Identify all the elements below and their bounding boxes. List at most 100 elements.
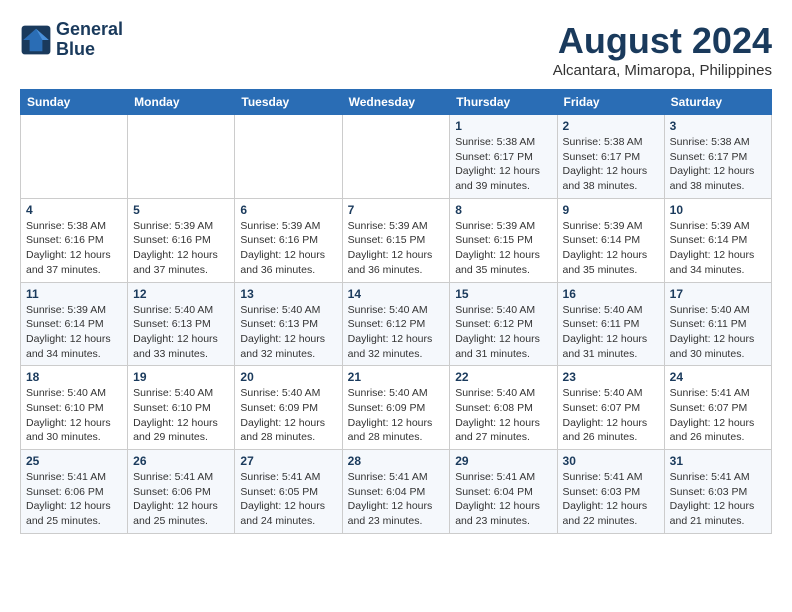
- day-info: Sunrise: 5:41 AM Sunset: 6:04 PM Dayligh…: [348, 470, 445, 529]
- day-info: Sunrise: 5:40 AM Sunset: 6:13 PM Dayligh…: [133, 303, 229, 362]
- calendar-cell: [21, 115, 128, 199]
- day-number: 31: [670, 454, 766, 468]
- day-info: Sunrise: 5:41 AM Sunset: 6:05 PM Dayligh…: [240, 470, 336, 529]
- day-info: Sunrise: 5:40 AM Sunset: 6:11 PM Dayligh…: [670, 303, 766, 362]
- logo-text: General Blue: [56, 20, 123, 60]
- calendar-cell: 26 Sunrise: 5:41 AM Sunset: 6:06 PM Dayli…: [128, 450, 235, 534]
- calendar-cell: 14 Sunrise: 5:40 AM Sunset: 6:12 PM Dayli…: [342, 282, 450, 366]
- week-row-4: 18 Sunrise: 5:40 AM Sunset: 6:10 PM Dayli…: [21, 366, 772, 450]
- day-info: Sunrise: 5:41 AM Sunset: 6:04 PM Dayligh…: [455, 470, 551, 529]
- week-row-1: 1 Sunrise: 5:38 AM Sunset: 6:17 PM Daylig…: [21, 115, 772, 199]
- calendar-cell: 13 Sunrise: 5:40 AM Sunset: 6:13 PM Dayli…: [235, 282, 342, 366]
- calendar-title: August 2024: [553, 20, 772, 62]
- weekday-header-sunday: Sunday: [21, 90, 128, 115]
- logo-icon: [20, 24, 52, 56]
- calendar-subtitle: Alcantara, Mimaropa, Philippines: [553, 62, 772, 79]
- calendar-cell: 1 Sunrise: 5:38 AM Sunset: 6:17 PM Daylig…: [450, 115, 557, 199]
- day-info: Sunrise: 5:39 AM Sunset: 6:14 PM Dayligh…: [563, 219, 659, 278]
- calendar-table: SundayMondayTuesdayWednesdayThursdayFrid…: [20, 89, 772, 534]
- calendar-cell: 17 Sunrise: 5:40 AM Sunset: 6:11 PM Dayli…: [664, 282, 771, 366]
- day-info: Sunrise: 5:38 AM Sunset: 6:17 PM Dayligh…: [455, 135, 551, 194]
- day-info: Sunrise: 5:41 AM Sunset: 6:07 PM Dayligh…: [670, 386, 766, 445]
- calendar-cell: 21 Sunrise: 5:40 AM Sunset: 6:09 PM Dayli…: [342, 366, 450, 450]
- day-info: Sunrise: 5:38 AM Sunset: 6:17 PM Dayligh…: [563, 135, 659, 194]
- day-info: Sunrise: 5:40 AM Sunset: 6:12 PM Dayligh…: [455, 303, 551, 362]
- day-info: Sunrise: 5:39 AM Sunset: 6:16 PM Dayligh…: [133, 219, 229, 278]
- weekday-header-friday: Friday: [557, 90, 664, 115]
- day-info: Sunrise: 5:39 AM Sunset: 6:15 PM Dayligh…: [348, 219, 445, 278]
- day-number: 30: [563, 454, 659, 468]
- weekday-header-thursday: Thursday: [450, 90, 557, 115]
- day-info: Sunrise: 5:41 AM Sunset: 6:06 PM Dayligh…: [133, 470, 229, 529]
- day-number: 1: [455, 119, 551, 133]
- day-number: 25: [26, 454, 122, 468]
- day-number: 24: [670, 370, 766, 384]
- calendar-cell: 20 Sunrise: 5:40 AM Sunset: 6:09 PM Dayli…: [235, 366, 342, 450]
- day-number: 14: [348, 287, 445, 301]
- calendar-cell: 10Sunrise: 5:39 AM Sunset: 6:14 PM Dayli…: [664, 198, 771, 282]
- page-header: General Blue August 2024 Alcantara, Mima…: [20, 20, 772, 79]
- calendar-cell: 27Sunrise: 5:41 AM Sunset: 6:05 PM Dayli…: [235, 450, 342, 534]
- calendar-cell: 15 Sunrise: 5:40 AM Sunset: 6:12 PM Dayli…: [450, 282, 557, 366]
- day-number: 8: [455, 203, 551, 217]
- day-info: Sunrise: 5:40 AM Sunset: 6:13 PM Dayligh…: [240, 303, 336, 362]
- calendar-cell: [235, 115, 342, 199]
- day-info: Sunrise: 5:41 AM Sunset: 6:06 PM Dayligh…: [26, 470, 122, 529]
- day-info: Sunrise: 5:39 AM Sunset: 6:14 PM Dayligh…: [26, 303, 122, 362]
- calendar-cell: 4 Sunrise: 5:38 AM Sunset: 6:16 PM Daylig…: [21, 198, 128, 282]
- week-row-2: 4 Sunrise: 5:38 AM Sunset: 6:16 PM Daylig…: [21, 198, 772, 282]
- day-info: Sunrise: 5:40 AM Sunset: 6:09 PM Dayligh…: [240, 386, 336, 445]
- calendar-cell: 22 Sunrise: 5:40 AM Sunset: 6:08 PM Dayli…: [450, 366, 557, 450]
- day-number: 11: [26, 287, 122, 301]
- calendar-cell: 29Sunrise: 5:41 AM Sunset: 6:04 PM Dayli…: [450, 450, 557, 534]
- day-info: Sunrise: 5:40 AM Sunset: 6:08 PM Dayligh…: [455, 386, 551, 445]
- day-number: 23: [563, 370, 659, 384]
- day-info: Sunrise: 5:40 AM Sunset: 6:09 PM Dayligh…: [348, 386, 445, 445]
- day-info: Sunrise: 5:39 AM Sunset: 6:14 PM Dayligh…: [670, 219, 766, 278]
- day-number: 17: [670, 287, 766, 301]
- calendar-cell: 3 Sunrise: 5:38 AM Sunset: 6:17 PM Daylig…: [664, 115, 771, 199]
- calendar-cell: 6Sunrise: 5:39 AM Sunset: 6:16 PM Daylig…: [235, 198, 342, 282]
- day-number: 20: [240, 370, 336, 384]
- day-number: 2: [563, 119, 659, 133]
- day-info: Sunrise: 5:40 AM Sunset: 6:12 PM Dayligh…: [348, 303, 445, 362]
- calendar-cell: 16 Sunrise: 5:40 AM Sunset: 6:11 PM Dayli…: [557, 282, 664, 366]
- day-number: 5: [133, 203, 229, 217]
- day-number: 22: [455, 370, 551, 384]
- calendar-cell: 19 Sunrise: 5:40 AM Sunset: 6:10 PM Dayli…: [128, 366, 235, 450]
- weekday-header-tuesday: Tuesday: [235, 90, 342, 115]
- weekday-header-saturday: Saturday: [664, 90, 771, 115]
- calendar-cell: 23 Sunrise: 5:40 AM Sunset: 6:07 PM Dayli…: [557, 366, 664, 450]
- day-number: 28: [348, 454, 445, 468]
- calendar-cell: 11 Sunrise: 5:39 AM Sunset: 6:14 PM Dayli…: [21, 282, 128, 366]
- day-info: Sunrise: 5:40 AM Sunset: 6:07 PM Dayligh…: [563, 386, 659, 445]
- day-number: 21: [348, 370, 445, 384]
- week-row-5: 25 Sunrise: 5:41 AM Sunset: 6:06 PM Dayli…: [21, 450, 772, 534]
- day-number: 15: [455, 287, 551, 301]
- day-number: 4: [26, 203, 122, 217]
- week-row-3: 11 Sunrise: 5:39 AM Sunset: 6:14 PM Dayli…: [21, 282, 772, 366]
- day-info: Sunrise: 5:41 AM Sunset: 6:03 PM Dayligh…: [670, 470, 766, 529]
- day-info: Sunrise: 5:40 AM Sunset: 6:10 PM Dayligh…: [133, 386, 229, 445]
- day-number: 7: [348, 203, 445, 217]
- calendar-cell: 24 Sunrise: 5:41 AM Sunset: 6:07 PM Dayli…: [664, 366, 771, 450]
- day-number: 9: [563, 203, 659, 217]
- calendar-cell: 18Sunrise: 5:40 AM Sunset: 6:10 PM Dayli…: [21, 366, 128, 450]
- day-info: Sunrise: 5:38 AM Sunset: 6:16 PM Dayligh…: [26, 219, 122, 278]
- day-number: 18: [26, 370, 122, 384]
- day-info: Sunrise: 5:41 AM Sunset: 6:03 PM Dayligh…: [563, 470, 659, 529]
- day-info: Sunrise: 5:38 AM Sunset: 6:17 PM Dayligh…: [670, 135, 766, 194]
- day-number: 3: [670, 119, 766, 133]
- logo: General Blue: [20, 20, 123, 60]
- day-info: Sunrise: 5:39 AM Sunset: 6:16 PM Dayligh…: [240, 219, 336, 278]
- day-number: 16: [563, 287, 659, 301]
- day-number: 26: [133, 454, 229, 468]
- calendar-cell: 25 Sunrise: 5:41 AM Sunset: 6:06 PM Dayli…: [21, 450, 128, 534]
- calendar-cell: 31 Sunrise: 5:41 AM Sunset: 6:03 PM Dayli…: [664, 450, 771, 534]
- day-number: 12: [133, 287, 229, 301]
- calendar-cell: 2 Sunrise: 5:38 AM Sunset: 6:17 PM Daylig…: [557, 115, 664, 199]
- title-block: August 2024 Alcantara, Mimaropa, Philipp…: [553, 20, 772, 79]
- day-info: Sunrise: 5:40 AM Sunset: 6:11 PM Dayligh…: [563, 303, 659, 362]
- day-number: 13: [240, 287, 336, 301]
- day-number: 19: [133, 370, 229, 384]
